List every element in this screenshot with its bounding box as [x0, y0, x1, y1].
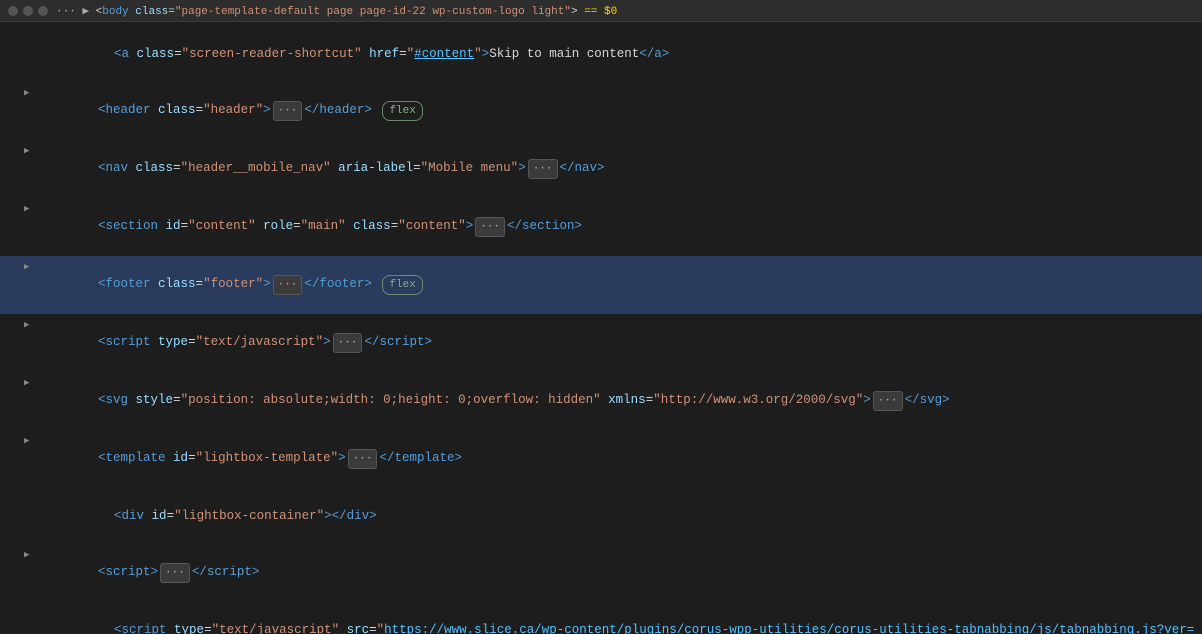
- line-content: <a class="screen-reader-shortcut" href="…: [54, 27, 1202, 81]
- arrow-footer[interactable]: [24, 257, 38, 276]
- line-content-svg: <svg style="position: absolute;width: 0;…: [38, 373, 1202, 429]
- arrow-empty2: [40, 489, 54, 507]
- line-content-tabnabbing: <script type="text/javascript" src="http…: [54, 603, 1202, 634]
- arrow-empty: [40, 27, 54, 45]
- line-content-section: <section id="content" role="main" class=…: [38, 199, 1202, 255]
- line-content-script2: <script>···</script>: [38, 545, 1202, 601]
- devtools-panel: ··· ▶ <body class="page-template-default…: [0, 0, 1202, 634]
- line-content-header: <header class="header">···</header> flex: [38, 83, 1202, 139]
- arrow-nav[interactable]: [24, 141, 38, 160]
- arrow-empty3: [40, 603, 54, 621]
- line-svg: <svg style="position: absolute;width: 0;…: [0, 372, 1202, 430]
- line-content-footer: <footer class="footer">···</footer> flex: [38, 257, 1202, 313]
- arrow-section[interactable]: [24, 199, 38, 218]
- line-content-nav: <nav class="header__mobile_nav" aria-lab…: [38, 141, 1202, 197]
- line-content-script1: <script type="text/javascript">···</scri…: [38, 315, 1202, 371]
- dot2: [23, 6, 33, 16]
- line-template: <template id="lightbox-template">···</te…: [0, 430, 1202, 488]
- window-controls: [8, 6, 48, 16]
- arrow-header[interactable]: [24, 83, 38, 102]
- line-div-lightbox: <div id="lightbox-container"></div>: [0, 488, 1202, 544]
- arrow-template[interactable]: [24, 431, 38, 450]
- arrow-script2[interactable]: [24, 545, 38, 564]
- line-content-div-lightbox: <div id="lightbox-container"></div>: [54, 489, 1202, 543]
- line-content-template: <template id="lightbox-template">···</te…: [38, 431, 1202, 487]
- dot1: [8, 6, 18, 16]
- line-footer[interactable]: <footer class="footer">···</footer> flex: [0, 256, 1202, 314]
- line-screen-reader: <a class="screen-reader-shortcut" href="…: [0, 26, 1202, 82]
- code-area: <a class="screen-reader-shortcut" href="…: [0, 22, 1202, 634]
- line-nav: <nav class="header__mobile_nav" aria-lab…: [0, 140, 1202, 198]
- line-script2: <script>···</script>: [0, 544, 1202, 602]
- topbar: ··· ▶ <body class="page-template-default…: [0, 0, 1202, 22]
- arrow-script1[interactable]: [24, 315, 38, 334]
- topbar-label: ··· ▶ <body class="page-template-default…: [56, 4, 617, 18]
- arrow-svg[interactable]: [24, 373, 38, 392]
- line-header: <header class="header">···</header> flex: [0, 82, 1202, 140]
- line-section: <section id="content" role="main" class=…: [0, 198, 1202, 256]
- dot3: [38, 6, 48, 16]
- line-script-tabnabbing: <script type="text/javascript" src="http…: [0, 602, 1202, 634]
- line-script1: <script type="text/javascript">···</scri…: [0, 314, 1202, 372]
